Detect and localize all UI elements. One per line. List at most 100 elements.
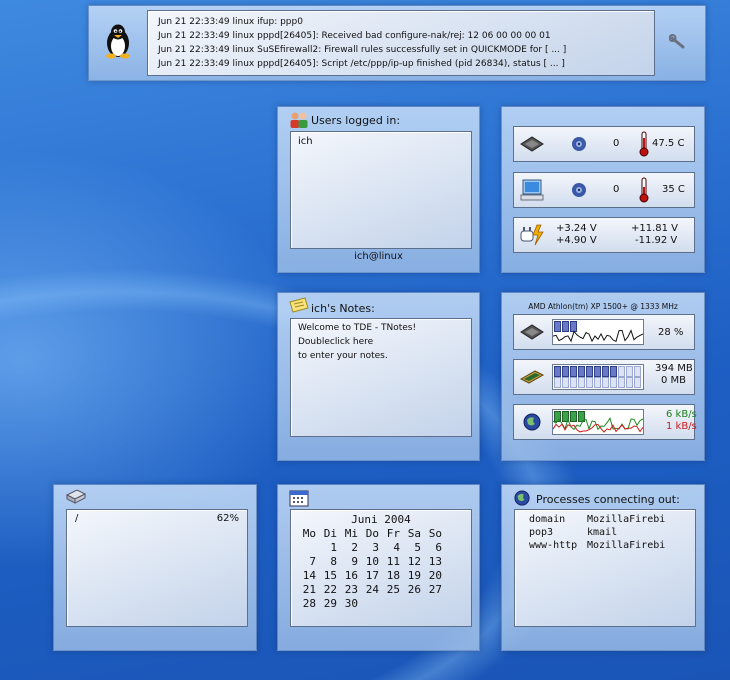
meter-cell — [602, 377, 609, 388]
calendar-day[interactable]: 27 — [423, 583, 444, 596]
meter-cell — [594, 366, 601, 377]
calendar-day — [360, 597, 381, 610]
voltage-5v: +4.90 V — [556, 235, 597, 246]
calendar-day[interactable]: 28 — [297, 597, 318, 610]
calendar-view[interactable]: Juni 2004 Mo Di Mi Do Fr Sa So 1 2 3 4 5 6 7 8 9 10 11 12… — [290, 509, 472, 627]
log-view[interactable]: Jun 21 22:33:49 linux ifup: ppp0 Jun 21 … — [147, 10, 655, 76]
memory-icon — [519, 367, 545, 390]
notes-text-area[interactable]: Welcome to TDE - TNotes! Doubleclick her… — [290, 318, 472, 437]
system-monitor-panel: AMD Athlon(tm) XP 1500+ @ 1333 MHz 28 % … — [501, 292, 705, 461]
notes-title: ich's Notes: — [311, 302, 375, 315]
calendar-day[interactable]: 23 — [339, 583, 360, 596]
calendar-day[interactable]: 16 — [339, 569, 360, 582]
note-icon — [289, 297, 309, 316]
calendar-day[interactable]: 24 — [360, 583, 381, 596]
voltage-12v: +11.81 V — [631, 223, 679, 234]
meter-cell — [554, 366, 561, 377]
calendar-day[interactable]: 7 — [297, 555, 318, 568]
calendar-day[interactable]: 4 — [381, 541, 402, 554]
cpu-chip-icon — [519, 134, 545, 157]
calendar-day[interactable]: 29 — [318, 597, 339, 610]
calendar-day[interactable]: 9 — [339, 555, 360, 568]
meter-cell — [626, 366, 633, 377]
meter-cell — [570, 366, 577, 377]
calendar-day[interactable]: 8 — [318, 555, 339, 568]
meter-cell — [554, 377, 561, 388]
thermometer-icon — [639, 131, 649, 160]
process-row[interactable]: pop3 kmail — [529, 526, 665, 539]
user-item[interactable]: ich — [298, 136, 313, 147]
calendar-day — [297, 541, 318, 554]
notes-line: to enter your notes. — [298, 351, 388, 361]
processes-list[interactable]: domain MozillaFirebi pop3 kmail www-http Mozi… — [514, 509, 696, 627]
sensors-panel: 0 47.5 C 0 35 C +3.24 V +4.90 V +11.81 V… — [501, 106, 705, 273]
calendar-day[interactable]: 5 — [402, 541, 423, 554]
process-row[interactable]: www-http MozillaFirebi — [529, 539, 665, 552]
network-row: 6 kB/s 1 kB/s — [513, 404, 697, 440]
mainboard-sensor-row: 0 35 C — [513, 172, 695, 208]
calendar-day[interactable]: 30 — [339, 597, 360, 610]
power-plug-icon — [519, 223, 545, 250]
calendar-day[interactable]: 15 — [318, 569, 339, 582]
calendar-day[interactable]: 1 — [318, 541, 339, 554]
calendar-day[interactable]: 12 — [402, 555, 423, 568]
calendar-day[interactable]: 20 — [423, 569, 444, 582]
log-line: Jun 21 22:33:49 linux pppd[26405]: Recei… — [158, 31, 551, 41]
wrench-icon[interactable] — [668, 34, 687, 50]
cpu-fan-speed: 0 — [613, 138, 620, 149]
cpu-load-value: 28 % — [658, 327, 684, 338]
users-panel: Users logged in: ich ich@linux — [277, 106, 480, 273]
process-service: pop3 — [529, 527, 554, 538]
calendar-day[interactable]: 18 — [381, 569, 402, 582]
calendar-day — [402, 597, 423, 610]
calendar-day[interactable]: 6 — [423, 541, 444, 554]
process-row[interactable]: domain MozillaFirebi — [529, 513, 665, 526]
calendar-day[interactable]: 22 — [318, 583, 339, 596]
calendar-day[interactable]: 17 — [360, 569, 381, 582]
meter-cell — [578, 366, 585, 377]
network-graph — [552, 409, 644, 435]
calendar-day[interactable]: 10 — [360, 555, 381, 568]
voltage-sensor-row: +3.24 V +4.90 V +11.81 V -11.92 V — [513, 217, 695, 253]
calendar-day[interactable]: 14 — [297, 569, 318, 582]
cpu-load-row: 28 % — [513, 314, 695, 350]
meter-cell — [586, 366, 593, 377]
calendar-weekday: So — [428, 527, 442, 540]
disk-usage-view[interactable]: / 62% — [66, 509, 248, 627]
calendar-day — [423, 597, 444, 610]
meter-cell — [634, 366, 641, 377]
processes-panel: Processes connecting out: domain MozillaF… — [501, 484, 705, 651]
calendar-month-header: Juni 2004 — [351, 513, 411, 526]
calendar-day — [381, 597, 402, 610]
calendar-icon — [289, 489, 309, 510]
calendar-day[interactable]: 25 — [381, 583, 402, 596]
network-globe-icon — [523, 413, 541, 434]
memory-row: 394 MB 0 MB — [513, 359, 695, 395]
disk-usage-percent: 62% — [216, 513, 239, 524]
users-list[interactable]: ich — [290, 131, 472, 249]
users-icon — [289, 111, 309, 129]
meter-cell — [618, 377, 625, 388]
calendar-day[interactable]: 11 — [381, 555, 402, 568]
network-globe-icon — [514, 490, 530, 509]
disk-panel: / 62% — [53, 484, 257, 651]
calendar-day[interactable]: 3 — [360, 541, 381, 554]
process-app: MozillaFirebi — [587, 540, 666, 551]
meter-cell — [570, 377, 577, 388]
meter-cell — [618, 366, 625, 377]
network-in-rate: 6 kB/s — [666, 409, 697, 420]
network-out-rate: 1 kB/s — [666, 421, 697, 432]
calendar-day[interactable]: 21 — [297, 583, 318, 596]
cpu-sensor-row: 0 47.5 C — [513, 126, 695, 162]
calendar-day[interactable]: 19 — [402, 569, 423, 582]
calendar-day[interactable]: 2 — [339, 541, 360, 554]
calendar-day[interactable]: 26 — [402, 583, 423, 596]
computer-icon — [519, 178, 545, 205]
calendar-day[interactable]: 13 — [423, 555, 444, 568]
meter-cell — [562, 377, 569, 388]
log-line: Jun 21 22:33:49 linux ifup: ppp0 — [158, 17, 303, 27]
processes-title: Processes connecting out: — [536, 493, 680, 506]
calendar-weekday: Di — [323, 527, 337, 540]
disk-mount-point: / — [75, 513, 79, 524]
meter-cell — [578, 377, 585, 388]
